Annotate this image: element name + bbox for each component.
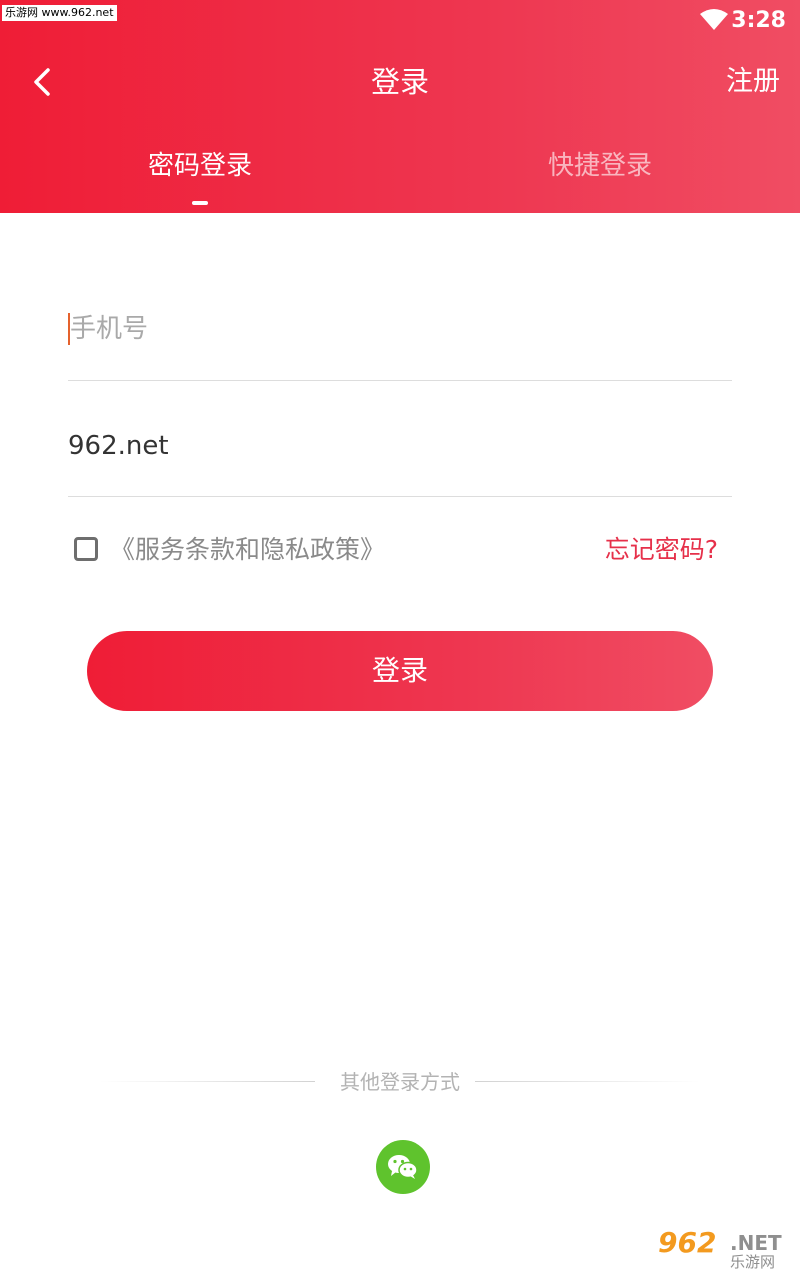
wifi-icon xyxy=(700,9,728,30)
page-title: 登录 xyxy=(370,65,429,99)
watermark-label: 乐游网 www.962.net xyxy=(2,5,117,21)
password-input[interactable]: 962.net xyxy=(68,421,732,471)
tab-quick-login[interactable]: 快捷登录 xyxy=(400,145,800,187)
divider-right xyxy=(475,1081,700,1082)
phone-placeholder: 手机号 xyxy=(70,314,149,344)
forgot-password-link[interactable]: 忘记密码? xyxy=(605,530,718,570)
tab-password-login[interactable]: 密码登录 xyxy=(0,145,400,187)
other-login-label: 其他登录方式 xyxy=(340,1070,460,1094)
register-link[interactable]: 注册 xyxy=(726,60,780,104)
watermark-logo: 962 .NET 乐游网 xyxy=(658,1228,794,1274)
wechat-icon[interactable] xyxy=(376,1140,430,1194)
active-tab-indicator xyxy=(192,201,208,205)
watermark-cn: 乐游网 xyxy=(730,1253,776,1271)
password-divider xyxy=(68,496,732,497)
phone-input[interactable]: 手机号 xyxy=(68,304,732,354)
watermark-number: 962 xyxy=(658,1226,717,1259)
terms-checkbox[interactable] xyxy=(74,537,98,561)
status-time: 3:28 xyxy=(731,8,786,33)
app-header: 乐游网 www.962.net 3:28 登录 注册 密码登录 快捷登录 xyxy=(0,0,800,213)
login-button[interactable]: 登录 xyxy=(87,631,713,711)
phone-divider xyxy=(68,380,732,381)
terms-link[interactable]: 《服务条款和隐私政策》 xyxy=(110,530,385,570)
